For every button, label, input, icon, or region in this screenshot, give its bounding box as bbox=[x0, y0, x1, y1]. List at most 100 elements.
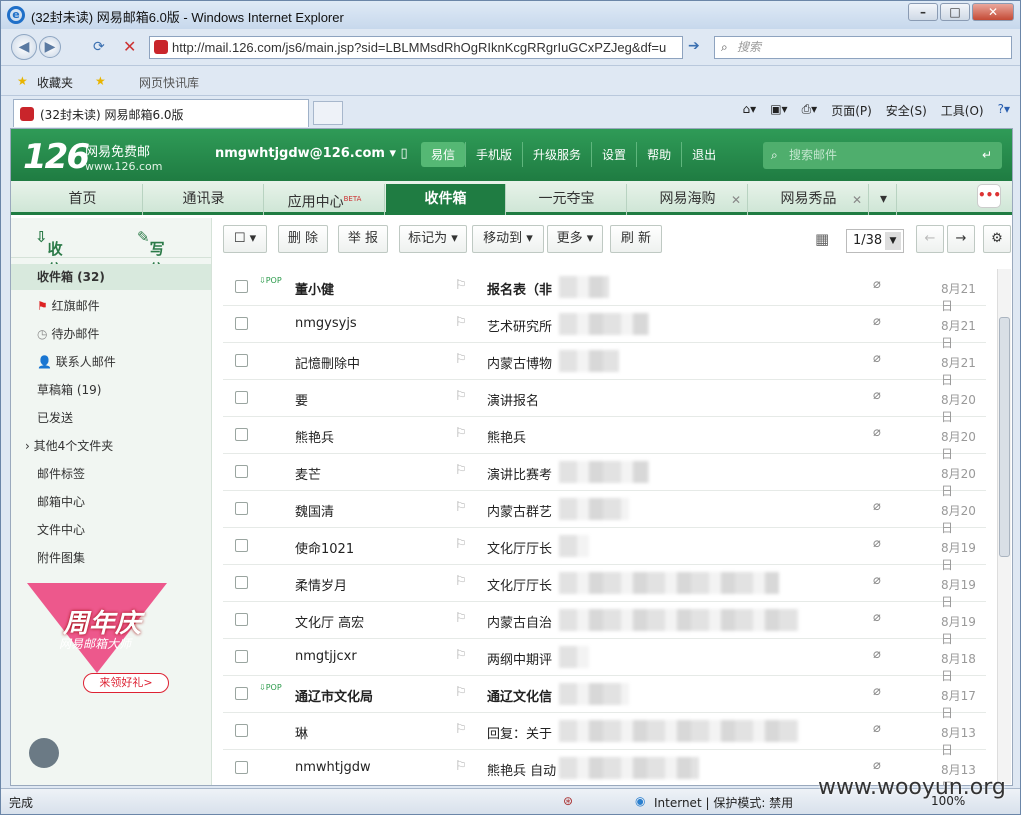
email-sender[interactable]: 要 bbox=[295, 390, 445, 409]
email-row[interactable]: 魏国清 ⚐ 内蒙古群艺 ⌀ 8月20日 bbox=[223, 491, 986, 535]
folder-inbox[interactable]: 收件箱 (32) bbox=[11, 264, 211, 290]
tools-menu[interactable]: 工具(O) bbox=[941, 102, 984, 119]
email-subject[interactable]: 内蒙古群艺 bbox=[487, 501, 557, 520]
nav-upgrade[interactable]: 升级服务 bbox=[522, 142, 591, 167]
email-sender[interactable]: nmgtjjcxr bbox=[295, 649, 445, 664]
folder-todo[interactable]: ◷ 待办邮件 bbox=[37, 325, 99, 342]
email-checkbox[interactable] bbox=[235, 613, 248, 626]
email-sender[interactable]: 董小健 bbox=[295, 279, 445, 298]
more-button[interactable]: 更多 ▾ bbox=[547, 225, 603, 253]
maximize-button[interactable]: □ bbox=[940, 3, 970, 21]
page-select[interactable]: 1/38 ▼ bbox=[846, 229, 904, 253]
flag-outline-icon[interactable]: ⚐ bbox=[455, 611, 467, 626]
email-subject[interactable]: 报名表（非 bbox=[487, 279, 557, 298]
tab-contacts[interactable]: 通讯录 bbox=[144, 184, 264, 215]
email-row[interactable]: 琳 ⚐ 回复：关于 ⌀ 8月13日 bbox=[223, 713, 986, 757]
email-checkbox[interactable] bbox=[235, 465, 248, 478]
email-row[interactable]: nmgtjjcxr ⚐ 两纲中期评 ⌀ 8月18日 bbox=[223, 639, 986, 683]
help-icon[interactable]: ?▾ bbox=[998, 102, 1010, 119]
more-dots-icon[interactable]: ••• bbox=[977, 184, 1001, 208]
email-row[interactable]: 要 ⚐ 演讲报名 ⌀ 8月20日 bbox=[223, 380, 986, 424]
email-sender[interactable]: 魏国清 bbox=[295, 501, 445, 520]
page-menu[interactable]: 页面(P) bbox=[831, 102, 872, 119]
prev-page-button[interactable]: ← bbox=[916, 225, 944, 253]
email-checkbox[interactable] bbox=[235, 761, 248, 774]
email-subject[interactable]: 内蒙古自治 bbox=[487, 612, 557, 631]
flag-outline-icon[interactable]: ⚐ bbox=[455, 648, 467, 663]
add-favorite-icon[interactable]: ★ bbox=[95, 74, 106, 88]
browser-search-input[interactable]: 搜索 bbox=[714, 36, 1012, 59]
email-sender[interactable]: nmgysyjs bbox=[295, 316, 445, 331]
flag-outline-icon[interactable]: ⚐ bbox=[455, 315, 467, 330]
favorites-button[interactable]: 收藏夹 bbox=[37, 74, 73, 91]
forward-button[interactable]: ▶ bbox=[39, 36, 61, 58]
nav-settings[interactable]: 设置 bbox=[591, 142, 636, 167]
url-input[interactable]: http://mail.126.com/js6/main.jsp?sid=LBL… bbox=[149, 36, 683, 59]
email-sender[interactable]: 琳 bbox=[295, 723, 445, 742]
email-checkbox[interactable] bbox=[235, 576, 248, 589]
email-row[interactable]: 柔情岁月 ⚐ 文化厅厅长 ⌀ 8月19日 bbox=[223, 565, 986, 609]
list-settings-gear-icon[interactable]: ⚙ bbox=[983, 225, 1011, 253]
tab-app-center[interactable]: 应用中心BETA bbox=[265, 184, 385, 215]
browser-tab[interactable]: (32封未读) 网易邮箱6.0版 bbox=[13, 99, 309, 127]
feeds-icon[interactable]: ▣▾ bbox=[770, 102, 787, 119]
email-checkbox[interactable] bbox=[235, 539, 248, 552]
email-row[interactable]: ⇩POP 通辽市文化局 ⚐ 通辽文化信 ⌀ 8月17日 bbox=[223, 676, 986, 720]
email-subject[interactable]: 演讲比赛考 bbox=[487, 464, 557, 483]
compose-button[interactable]: ✎ 写信 bbox=[137, 228, 165, 279]
email-subject[interactable]: 内蒙古博物 bbox=[487, 353, 557, 372]
email-subject[interactable]: 两纲中期评 bbox=[487, 649, 557, 668]
promo-button[interactable]: 来领好礼> bbox=[83, 673, 169, 693]
email-sender[interactable]: 使命1021 bbox=[295, 538, 445, 557]
flag-outline-icon[interactable]: ⚐ bbox=[455, 574, 467, 589]
stop-icon[interactable]: ✕ bbox=[123, 37, 136, 56]
safety-menu[interactable]: 安全(S) bbox=[886, 102, 927, 119]
security-report-icon[interactable]: ⊛ bbox=[563, 794, 573, 808]
anniversary-promo[interactable]: 周年庆 网易邮箱大师 来领好礼> bbox=[27, 583, 177, 693]
email-sender[interactable]: 柔情岁月 bbox=[295, 575, 445, 594]
go-arrow-icon[interactable]: ➔ bbox=[688, 38, 700, 54]
tab-xiupin[interactable]: 网易秀品 bbox=[749, 184, 869, 215]
email-row[interactable]: 記憶刪除中 ⚐ 内蒙古博物 ⌀ 8月21日 bbox=[223, 343, 986, 387]
email-sender[interactable]: 熊艳兵 bbox=[295, 427, 445, 446]
list-scrollbar[interactable] bbox=[997, 269, 1011, 784]
email-checkbox[interactable] bbox=[235, 724, 248, 737]
folder-others[interactable]: › 其他4个文件夹 bbox=[25, 437, 113, 454]
email-subject[interactable]: 演讲报名 bbox=[487, 390, 557, 409]
minimize-button[interactable]: – bbox=[908, 3, 938, 21]
folder-flagged[interactable]: ⚑ 红旗邮件 bbox=[37, 297, 100, 314]
email-row[interactable]: nmgysyjs ⚐ 艺术研究所 ⌀ 8月21日 bbox=[223, 306, 986, 350]
email-row[interactable]: 使命1021 ⚐ 文化厅厅长 ⌀ 8月19日 bbox=[223, 528, 986, 572]
file-center[interactable]: 文件中心 bbox=[37, 521, 85, 538]
tab-haigou[interactable]: 网易海购 bbox=[628, 184, 748, 215]
tab-yiyuan[interactable]: 一元夺宝 bbox=[507, 184, 627, 215]
nav-yixin[interactable]: 易信 bbox=[421, 142, 466, 167]
flag-outline-icon[interactable]: ⚐ bbox=[455, 759, 467, 774]
email-subject[interactable]: 熊艳兵 自动 bbox=[487, 760, 557, 779]
email-sender[interactable]: 通辽市文化局 bbox=[295, 686, 445, 705]
nav-help[interactable]: 帮助 bbox=[636, 142, 681, 167]
email-sender[interactable]: 文化厅 高宏 bbox=[295, 612, 445, 631]
nav-logout[interactable]: 退出 bbox=[681, 142, 726, 167]
home-icon[interactable]: ⌂▾ bbox=[743, 102, 757, 119]
folder-sent[interactable]: 已发送 bbox=[37, 409, 73, 426]
email-subject[interactable]: 文化厅厅长 bbox=[487, 538, 557, 557]
tab-inbox[interactable]: 收件箱 bbox=[386, 184, 506, 215]
email-checkbox[interactable] bbox=[235, 317, 248, 330]
email-checkbox[interactable] bbox=[235, 687, 248, 700]
email-subject[interactable]: 通辽文化信 bbox=[487, 686, 557, 705]
tab-xiupin-close-icon[interactable]: ✕ bbox=[852, 193, 862, 207]
email-row[interactable]: ⇩POP 董小健 ⚐ 报名表（非 ⌀ 8月21日 bbox=[223, 269, 986, 313]
flag-outline-icon[interactable]: ⚐ bbox=[455, 537, 467, 552]
tab-more-chevron-icon[interactable]: ▾ bbox=[871, 184, 897, 215]
email-checkbox[interactable] bbox=[235, 650, 248, 663]
email-row[interactable]: 熊艳兵 ⚐ 熊艳兵 ⌀ 8月20日 bbox=[223, 417, 986, 461]
account-name[interactable]: nmgwhtjgdw@126.com ▾ ▯ bbox=[215, 146, 408, 161]
flag-outline-icon[interactable]: ⚐ bbox=[455, 500, 467, 515]
flag-outline-icon[interactable]: ⚐ bbox=[455, 278, 467, 293]
email-checkbox[interactable] bbox=[235, 502, 248, 515]
email-checkbox[interactable] bbox=[235, 428, 248, 441]
new-tab-button[interactable] bbox=[313, 101, 343, 125]
mark-as-button[interactable]: 标记为 ▾ bbox=[399, 225, 467, 253]
refresh-icon[interactable]: ⟳ bbox=[93, 39, 105, 55]
